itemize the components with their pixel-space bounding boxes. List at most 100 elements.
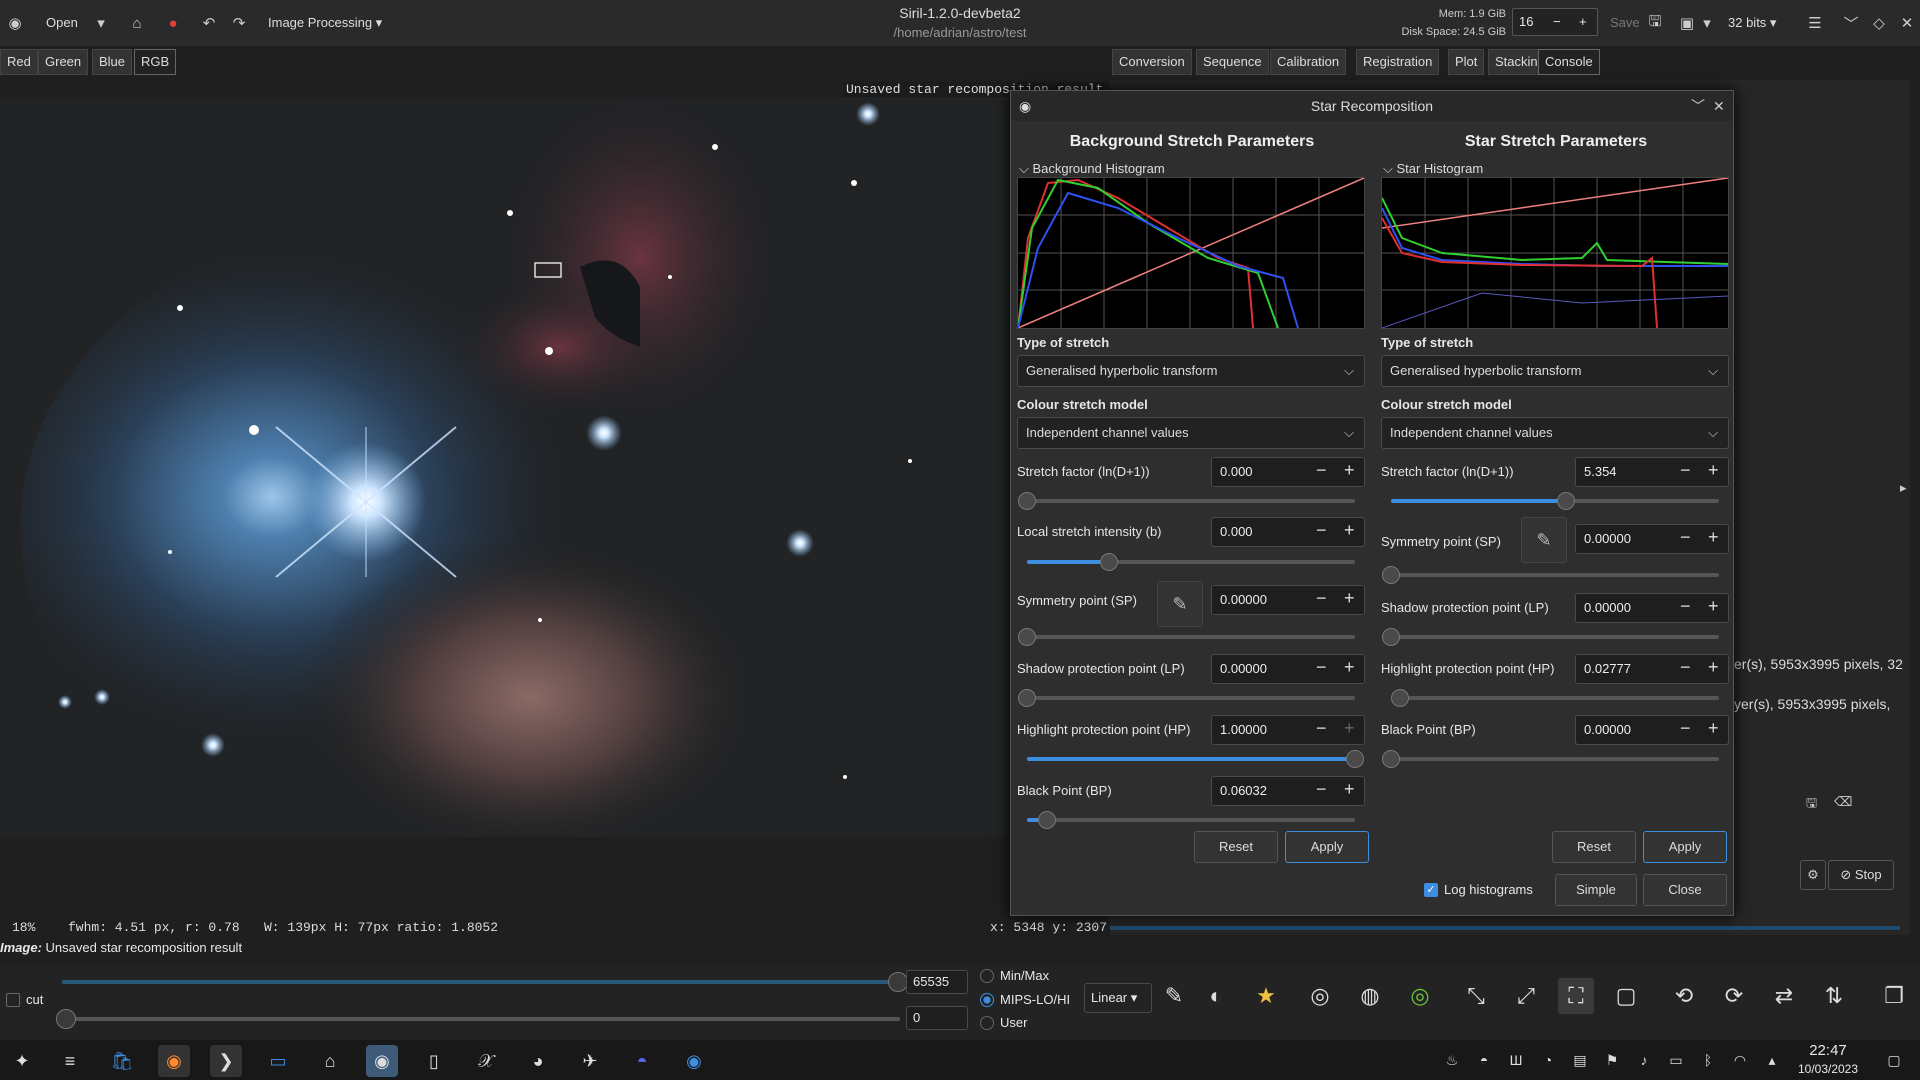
bit-depth-menu[interactable]: 32 bits ▾ [1724,12,1780,34]
tab-console[interactable]: Console [1538,49,1600,75]
slider-knob[interactable] [1382,750,1400,768]
plus-icon[interactable]: + [1708,596,1719,617]
gimp-icon[interactable]: ◕ [522,1045,554,1077]
network-icon[interactable]: ⌂ [314,1045,346,1077]
bg-local-slider[interactable] [1027,553,1355,571]
slider-knob[interactable] [1100,553,1118,571]
wifi-icon[interactable]: ◠ [1730,1050,1750,1070]
layers-icon[interactable]: ❐ [1876,978,1912,1014]
bg-bp-spinner[interactable]: 0.06032 − + [1211,776,1365,806]
star-stretch-type-select[interactable]: Generalised hyperbolic transform ⌵ [1381,355,1729,387]
slider-knob[interactable] [1382,566,1400,584]
image-processing-menu[interactable]: Image Processing ▾ [264,12,386,34]
bg-lp-slider[interactable] [1018,689,1355,707]
undo-icon[interactable]: ↶ [198,12,220,34]
tab-conversion[interactable]: Conversion [1112,49,1192,75]
show-desktop-icon[interactable]: ▢ [1884,1050,1904,1070]
minus-icon[interactable]: − [1316,588,1327,609]
star-apply-button[interactable]: Apply [1643,831,1727,863]
bg-sp-spinner[interactable]: 0.00000 − + [1211,585,1365,615]
bg-bp-slider[interactable] [1027,811,1355,829]
task-manager-icon[interactable]: ≡ [54,1045,86,1077]
negative-icon[interactable]: ◐ [1198,978,1234,1014]
tab-rgb[interactable]: RGB [134,49,177,75]
minus-icon[interactable]: − [1316,779,1327,800]
tray-expand-icon[interactable]: ▴ [1762,1050,1782,1070]
tab-red[interactable]: Red [0,49,38,75]
star-lp-slider[interactable] [1382,628,1719,646]
low-value-field[interactable]: 0 [906,1006,968,1030]
threads-spinner[interactable]: 16 − + [1512,8,1598,36]
record-icon[interactable]: ● [162,12,184,34]
tray-app-icon[interactable]: Ш [1506,1050,1526,1070]
minus-icon[interactable]: − [1316,657,1327,678]
star-bp-spinner[interactable]: 0.00000 − + [1575,715,1729,745]
slider-knob[interactable] [1346,750,1364,768]
bg-hp-spinner[interactable]: 1.00000 − + [1211,715,1365,745]
minus-icon[interactable]: − [1680,460,1691,481]
image-canvas[interactable] [0,97,1110,837]
user-radio[interactable] [980,1016,994,1030]
tray-vpn-icon[interactable]: ◔ [1538,1050,1558,1070]
panel-expand-icon[interactable]: ▸ [1900,480,1907,496]
chevron-down-icon[interactable]: ▾ [90,12,112,34]
minimize-icon[interactable]: ﹀ [1840,12,1862,34]
slider-knob[interactable] [1391,689,1410,707]
slider-knob[interactable] [1018,492,1036,510]
minus-icon[interactable]: − [1316,520,1327,541]
tab-plot[interactable]: Plot [1448,49,1485,75]
snapshot-icon[interactable]: ▣ [1676,12,1698,34]
minus-icon[interactable]: − [1680,718,1691,739]
minus-icon[interactable]: − [1316,718,1327,739]
slider-knob[interactable] [56,1009,76,1029]
plus-icon[interactable]: + [1708,718,1719,739]
globe-icon[interactable]: ◍ [1352,978,1388,1014]
eyedropper-icon[interactable]: ✎ [1157,581,1203,627]
plus-icon[interactable]: + [1708,657,1719,678]
file-manager-icon[interactable]: ▭ [262,1045,294,1077]
slider-knob[interactable] [888,972,908,992]
app-launcher-icon[interactable]: ✦ [6,1045,38,1077]
home-icon[interactable]: ⌂ [126,12,148,34]
clipboard-icon[interactable]: ▤ [1570,1050,1590,1070]
slider-knob[interactable] [1382,628,1400,646]
plus-icon[interactable]: + [1708,460,1719,481]
low-slider[interactable] [56,1009,900,1029]
star-icon[interactable]: ★ [1248,978,1284,1014]
minus-icon[interactable]: − [1553,14,1561,29]
star-reset-button[interactable]: Reset [1552,831,1636,863]
star-lp-spinner[interactable]: 0.00000 − + [1575,593,1729,623]
clock-time[interactable]: 22:47 [1790,1042,1866,1059]
save-as-icon[interactable]: 🖫 [1644,12,1666,34]
save-button[interactable]: Save [1606,12,1644,34]
cut-checkbox[interactable] [6,993,20,1007]
galaxy-icon[interactable]: ◎ [1302,978,1338,1014]
browser-icon[interactable]: ◉ [678,1045,710,1077]
minus-icon[interactable]: − [1680,596,1691,617]
minus-icon[interactable]: − [1316,460,1327,481]
plus-icon[interactable]: + [1344,657,1355,678]
star-stretch-slider[interactable] [1391,492,1719,510]
bg-sp-slider[interactable] [1018,628,1355,646]
bg-colour-model-select[interactable]: Independent channel values ⌵ [1017,417,1365,449]
mirror-x-icon[interactable]: ⇄ [1766,978,1802,1014]
tray-icon[interactable]: ♨ [1442,1050,1462,1070]
high-value-field[interactable]: 65535 [906,970,968,994]
chevron-down-icon[interactable]: ▾ [1696,12,1718,34]
star-histogram-toggle[interactable]: ⌵ Star Histogram [1383,161,1483,177]
bg-hp-slider[interactable] [1027,750,1364,768]
pipette-icon[interactable]: ✎ [1156,978,1192,1014]
bg-stretch-type-select[interactable]: Generalised hyperbolic transform ⌵ [1017,355,1365,387]
log-histograms-checkbox[interactable]: ✓ [1424,883,1438,897]
clear-log-icon[interactable]: ⌫ [1834,794,1854,814]
clock-date[interactable]: 10/03/2023 [1790,1062,1866,1076]
slider-knob[interactable] [1557,492,1576,510]
bg-local-spinner[interactable]: 0.000 − + [1211,517,1365,547]
close-window-icon[interactable]: ✕ [1896,12,1918,34]
open-button[interactable]: Open [42,12,82,34]
bluetooth-icon[interactable]: ᛒ [1698,1050,1718,1070]
plus-icon[interactable]: + [1708,527,1719,548]
plus-icon[interactable]: + [1579,14,1587,29]
tab-sequence[interactable]: Sequence [1196,49,1269,75]
rotate-left-icon[interactable]: ⟲ [1666,978,1702,1014]
